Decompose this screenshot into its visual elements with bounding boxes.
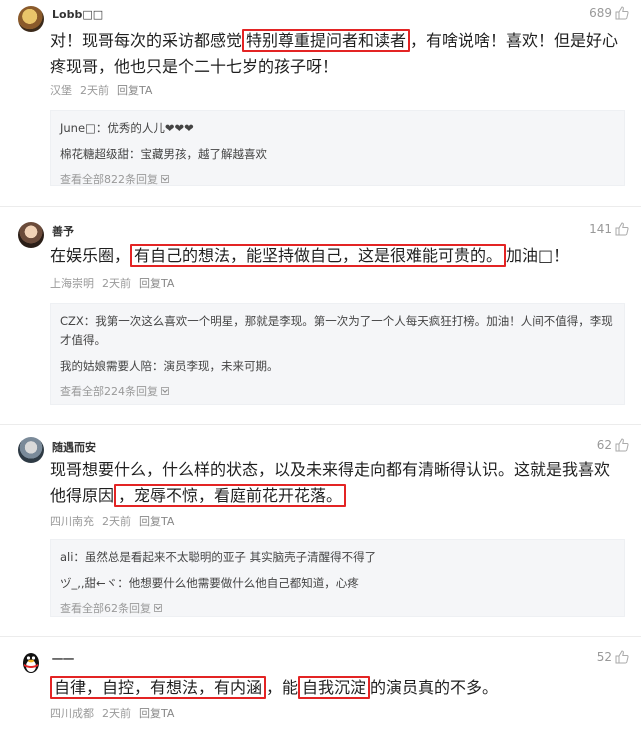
reply-thread: CZX：我第一次这么喜欢一个明星，那就是李现。第一次为了一个人每天疯狂打榜。加油… bbox=[50, 303, 625, 405]
comment-location: 汉堡 bbox=[50, 84, 72, 97]
reply-button[interactable]: 回复TA bbox=[139, 515, 174, 528]
comment-text: 现哥想要什么，什么样的状态，以及未来得走向都有清晰得认识。这就是我喜欢他得原因，… bbox=[50, 457, 625, 509]
avatar[interactable] bbox=[18, 437, 44, 463]
reply-item: CZX：我第一次这么喜欢一个明星，那就是李现。第一次为了一个人每天疯狂打榜。加油… bbox=[60, 314, 613, 347]
view-all-replies-label: 查看全部62条回复 bbox=[60, 602, 151, 615]
comment-text-part: 加油□！ bbox=[506, 246, 570, 265]
comment-time: 2天前 bbox=[80, 84, 109, 97]
comment-time: 2天前 bbox=[102, 515, 131, 528]
comment-item: 一一 52 自律，自控，有想法，有内涵 ，能 自我沉淀 的演员真的不多。 四川成都 2天… bbox=[0, 636, 641, 740]
comment-item: 随遇而安 62 现哥想要什么，什么样的状态，以及未来得走向都有清晰得认识。这就是… bbox=[0, 424, 641, 628]
comment-username[interactable]: 随遇而安 bbox=[52, 439, 96, 455]
like-count: 52 bbox=[596, 650, 612, 664]
reply-button[interactable]: 回复TA bbox=[139, 277, 174, 290]
reply-item: ali：虽然总是看起来不太聪明的亚子 其实脑壳子清醒得不得了 bbox=[60, 550, 377, 564]
avatar[interactable] bbox=[18, 222, 44, 248]
avatar[interactable] bbox=[18, 6, 44, 32]
chevron-down-icon bbox=[161, 387, 169, 395]
reply-button[interactable]: 回复TA bbox=[139, 707, 174, 720]
comment-text-part: 在娱乐圈， bbox=[50, 246, 131, 265]
reply-item: June□：优秀的人儿❤❤❤ bbox=[60, 121, 194, 135]
comment-meta: 汉堡 2天前 回复TA bbox=[50, 82, 160, 98]
view-all-replies-link[interactable]: 查看全部822条回复 bbox=[60, 171, 615, 187]
like-count: 689 bbox=[589, 6, 612, 20]
thumbs-up-icon bbox=[615, 438, 629, 452]
thumbs-up-icon bbox=[615, 222, 629, 236]
highlight-box: 自律，自控，有想法，有内涵 bbox=[50, 676, 267, 699]
comment-text-part: 的演员真的不多。 bbox=[370, 678, 499, 697]
comment-username[interactable]: Lobb□□ bbox=[52, 8, 103, 21]
comment-text: 在娱乐圈， 有自己的想法，能坚持做自己，这是很难能可贵的。 加油□！ bbox=[50, 243, 625, 269]
chevron-down-icon bbox=[161, 175, 169, 183]
comment-text: 对！现哥每次的采访都感觉 特别尊重提问者和读者 ，有啥说啥！喜欢！但是好心疼现哥，他… bbox=[50, 28, 625, 80]
thumbs-up-icon bbox=[615, 6, 629, 20]
like-button[interactable]: 689 bbox=[589, 6, 629, 20]
view-all-replies-label: 查看全部822条回复 bbox=[60, 173, 158, 186]
comment-text-part: ，能 bbox=[266, 678, 299, 697]
comment-time: 2天前 bbox=[102, 707, 131, 720]
comment-meta: 四川成都 2天前 回复TA bbox=[50, 705, 182, 721]
highlight-box: 有自己的想法，能坚持做自己，这是很难能可贵的。 bbox=[130, 244, 507, 267]
highlight-box: 特别尊重提问者和读者 bbox=[242, 29, 411, 52]
comment-username[interactable]: 善予 bbox=[52, 223, 74, 239]
chevron-down-icon bbox=[154, 604, 162, 612]
avatar[interactable] bbox=[18, 649, 44, 675]
like-count: 62 bbox=[596, 438, 612, 452]
highlight-box: ，宠辱不惊，看庭前花开花落。 bbox=[114, 484, 347, 507]
highlight-box: 自我沉淀 bbox=[298, 676, 371, 699]
comment-item: 善予 141 在娱乐圈， 有自己的想法，能坚持做自己，这是很难能可贵的。 加油□！ … bbox=[0, 206, 641, 420]
reply-thread: ali：虽然总是看起来不太聪明的亚子 其实脑壳子清醒得不得了 ヅ_,,甜←ヾ：他… bbox=[50, 539, 625, 617]
comment-location: 四川南充 bbox=[50, 515, 94, 528]
view-all-replies-link[interactable]: 查看全部224条回复 bbox=[60, 383, 615, 399]
view-all-replies-label: 查看全部224条回复 bbox=[60, 385, 158, 398]
reply-item: 棉花糖超级甜：宝藏男孩，越了解越喜欢 bbox=[60, 147, 267, 161]
comment-username[interactable]: 一一 bbox=[52, 651, 74, 667]
like-button[interactable]: 62 bbox=[597, 438, 629, 452]
comment-meta: 上海崇明 2天前 回复TA bbox=[50, 275, 182, 291]
reply-item: 我的姑娘需要人陪：演员李现，未来可期。 bbox=[60, 359, 279, 373]
reply-button[interactable]: 回复TA bbox=[117, 84, 152, 97]
comment-location: 上海崇明 bbox=[50, 277, 94, 290]
comment-location: 四川成都 bbox=[50, 707, 94, 720]
comment-time: 2天前 bbox=[102, 277, 131, 290]
penguin-avatar-icon bbox=[23, 653, 39, 673]
view-all-replies-link[interactable]: 查看全部62条回复 bbox=[60, 600, 615, 616]
comment-item: Lobb□□ 689 对！现哥每次的采访都感觉 特别尊重提问者和读者 ，有啥说啥！喜… bbox=[0, 0, 641, 200]
like-count: 141 bbox=[589, 222, 612, 236]
like-button[interactable]: 141 bbox=[589, 222, 629, 236]
comment-meta: 四川南充 2天前 回复TA bbox=[50, 513, 182, 529]
comment-text-part: 对！现哥每次的采访都感觉 bbox=[50, 31, 243, 50]
like-button[interactable]: 52 bbox=[597, 650, 629, 664]
reply-item: ヅ_,,甜←ヾ：他想要什么他需要做什么他自己都知道，心疼 bbox=[60, 576, 359, 590]
thumbs-up-icon bbox=[615, 650, 629, 664]
reply-thread: June□：优秀的人儿❤❤❤ 棉花糖超级甜：宝藏男孩，越了解越喜欢 查看全部82… bbox=[50, 110, 625, 186]
comment-text: 自律，自控，有想法，有内涵 ，能 自我沉淀 的演员真的不多。 bbox=[50, 675, 625, 701]
